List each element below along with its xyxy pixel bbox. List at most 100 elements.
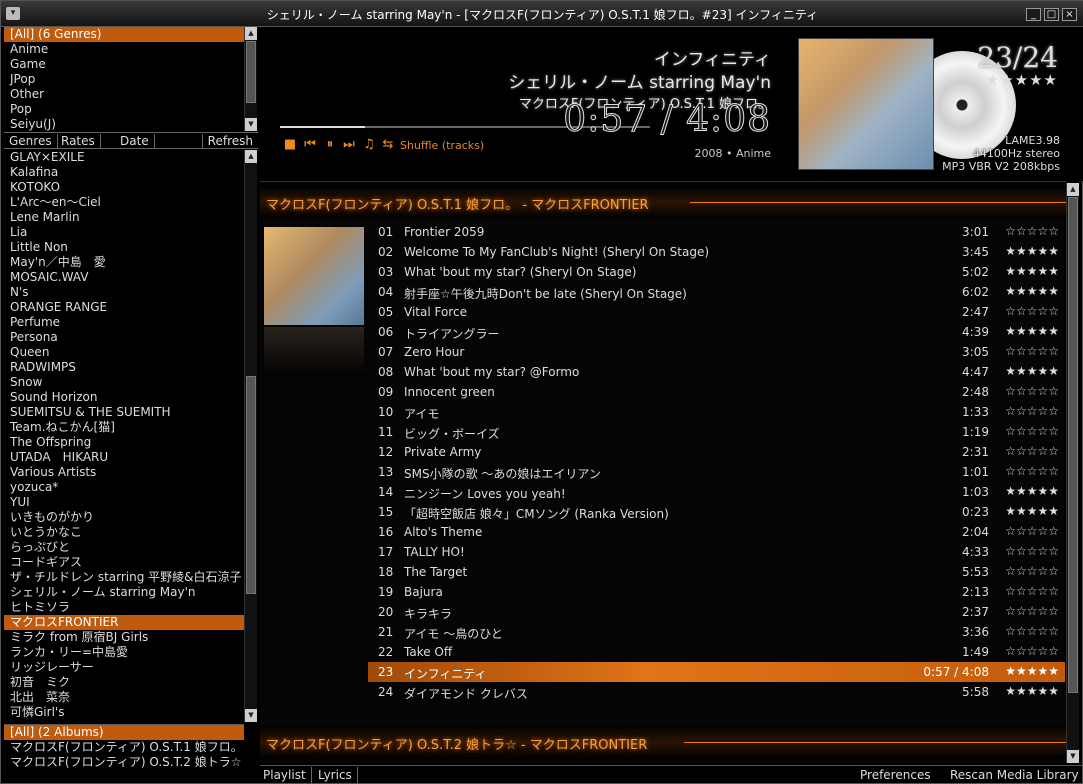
- track-row[interactable]: 22 Take Off 1:49 ☆☆☆☆☆: [368, 642, 1065, 662]
- genre-item[interactable]: JPop: [4, 72, 244, 87]
- scroll-thumb[interactable]: [246, 376, 256, 594]
- track-row[interactable]: 19 Bajura 2:13 ☆☆☆☆☆: [368, 582, 1065, 602]
- track-rating[interactable]: ★★★★★: [986, 71, 1058, 89]
- artist-item[interactable]: 初音 ミク: [4, 675, 244, 690]
- artist-item[interactable]: MOSAIC.WAV: [4, 270, 244, 285]
- artist-item[interactable]: KOTOKO: [4, 180, 244, 195]
- artist-item[interactable]: 北出 菜奈: [4, 690, 244, 705]
- scroll-down-icon[interactable]: ▼: [1067, 750, 1079, 763]
- track-rating-cell[interactable]: ☆☆☆☆☆: [1005, 224, 1059, 238]
- track-row[interactable]: 13 SMS小隊の歌 〜あの娘はエイリアン 1:01 ☆☆☆☆☆: [368, 462, 1065, 482]
- track-row[interactable]: 14 ニンジーン Loves you yeah! 1:03 ★★★★★: [368, 482, 1065, 502]
- album-item[interactable]: [All] (2 Albums): [4, 725, 244, 740]
- artist-item[interactable]: May'n／中島 愛: [4, 255, 244, 270]
- track-rating-cell[interactable]: ★★★★★: [1005, 244, 1059, 258]
- track-row[interactable]: 16 Alto's Theme 2:04 ☆☆☆☆☆: [368, 522, 1065, 542]
- track-rating-cell[interactable]: ☆☆☆☆☆: [1005, 604, 1059, 618]
- scroll-up-icon[interactable]: ▲: [245, 27, 257, 40]
- track-row[interactable]: 15 「超時空飯店 娘々」CMソング (Ranka Version) 0:23 ★★★…: [368, 502, 1065, 522]
- track-rating-cell[interactable]: ☆☆☆☆☆: [1005, 524, 1059, 538]
- lyrics-button[interactable]: Lyrics: [318, 767, 358, 784]
- artist-item[interactable]: ミラク from 原宿BJ Girls: [4, 630, 244, 645]
- album-group-header[interactable]: マクロスF(フロンティア) O.S.T.2 娘トラ☆ - マクロスFRONTIE…: [260, 725, 1066, 759]
- refresh-button[interactable]: Refresh: [201, 134, 258, 149]
- album-item[interactable]: マクロスF(フロンティア) O.S.T.1 娘フロ。: [4, 740, 244, 755]
- genre-item[interactable]: Game: [4, 57, 244, 72]
- artist-item[interactable]: The Offspring: [4, 435, 244, 450]
- artist-item[interactable]: Snow: [4, 375, 244, 390]
- scroll-up-icon[interactable]: ▲: [245, 150, 257, 163]
- genre-item[interactable]: [All] (6 Genres): [4, 27, 244, 42]
- track-row[interactable]: 21 アイモ 〜鳥のひと 3:36 ☆☆☆☆☆: [368, 622, 1065, 642]
- artist-scrollbar[interactable]: ▲ ▼: [244, 150, 257, 722]
- tab-date[interactable]: Date: [115, 134, 155, 149]
- artist-item[interactable]: Team.ねこかん[猫]: [4, 420, 244, 435]
- scroll-down-icon[interactable]: ▼: [245, 118, 257, 131]
- track-row[interactable]: 11 ビッグ・ボーイズ 1:19 ☆☆☆☆☆: [368, 422, 1065, 442]
- track-row[interactable]: 12 Private Army 2:31 ☆☆☆☆☆: [368, 442, 1065, 462]
- scroll-thumb[interactable]: [1068, 197, 1078, 693]
- album-item[interactable]: マクロスF(フロンティア) O.S.T.2 娘トラ☆: [4, 755, 244, 770]
- track-row[interactable]: 06 トライアングラー 4:39 ★★★★★: [368, 322, 1065, 342]
- track-rating-cell[interactable]: ☆☆☆☆☆: [1005, 464, 1059, 478]
- track-row[interactable]: 07 Zero Hour 3:05 ☆☆☆☆☆: [368, 342, 1065, 362]
- scroll-down-icon[interactable]: ▼: [245, 709, 257, 722]
- artist-item[interactable]: Persona: [4, 330, 244, 345]
- artist-item[interactable]: Perfume: [4, 315, 244, 330]
- artist-item[interactable]: シェリル・ノーム starring May'n: [4, 585, 244, 600]
- track-rating-cell[interactable]: ☆☆☆☆☆: [1005, 564, 1059, 578]
- music-icon[interactable]: ♫: [361, 137, 377, 153]
- artist-item[interactable]: GLAY×EXILE: [4, 150, 244, 165]
- artist-item[interactable]: SUEMITSU & THE SUEMITH: [4, 405, 244, 420]
- track-rating-cell[interactable]: ★★★★★: [1005, 664, 1059, 678]
- tab-rates[interactable]: Rates: [56, 134, 101, 149]
- track-rating-cell[interactable]: ☆☆☆☆☆: [1005, 624, 1059, 638]
- track-row[interactable]: 01 Frontier 2059 3:01 ☆☆☆☆☆: [368, 222, 1065, 242]
- next-icon[interactable]: ⏭: [341, 137, 357, 153]
- track-row[interactable]: 08 What 'bout my star? @Formo 4:47 ★★★★★: [368, 362, 1065, 382]
- track-rating-cell[interactable]: ★★★★★: [1005, 364, 1059, 378]
- artist-item[interactable]: yozuca*: [4, 480, 244, 495]
- genre-item[interactable]: Anime: [4, 42, 244, 57]
- track-rating-cell[interactable]: ★★★★★: [1005, 324, 1059, 338]
- track-row[interactable]: 09 Innocent green 2:48 ☆☆☆☆☆: [368, 382, 1065, 402]
- maximize-button[interactable]: □: [1044, 8, 1059, 21]
- tab-genres[interactable]: Genres: [4, 134, 58, 149]
- track-row[interactable]: 18 The Target 5:53 ☆☆☆☆☆: [368, 562, 1065, 582]
- artist-item[interactable]: Kalafina: [4, 165, 244, 180]
- track-rating-cell[interactable]: ☆☆☆☆☆: [1005, 584, 1059, 598]
- artist-item[interactable]: UTADA HIKARU: [4, 450, 244, 465]
- track-rating-cell[interactable]: ☆☆☆☆☆: [1005, 424, 1059, 438]
- genre-item[interactable]: Other: [4, 87, 244, 102]
- track-rating-cell[interactable]: ★★★★★: [1005, 484, 1059, 498]
- track-rating-cell[interactable]: ★★★★★: [1005, 504, 1059, 518]
- artist-item[interactable]: コードギアス: [4, 555, 244, 570]
- artist-item[interactable]: Lene Marlin: [4, 210, 244, 225]
- track-rating-cell[interactable]: ☆☆☆☆☆: [1005, 384, 1059, 398]
- genre-scrollbar[interactable]: ▲ ▼: [244, 27, 257, 131]
- track-rating-cell[interactable]: ★★★★★: [1005, 264, 1059, 278]
- track-row[interactable]: 04 射手座☆午後九時Don't be late (Sheryl On Stage…: [368, 282, 1065, 302]
- track-rating-cell[interactable]: ★★★★★: [1005, 684, 1059, 698]
- track-rating-cell[interactable]: ☆☆☆☆☆: [1005, 644, 1059, 658]
- track-rating-cell[interactable]: ☆☆☆☆☆: [1005, 404, 1059, 418]
- shuffle-mode[interactable]: Shuffle (tracks): [400, 139, 484, 152]
- track-rating-cell[interactable]: ☆☆☆☆☆: [1005, 544, 1059, 558]
- artist-item[interactable]: マクロスFRONTIER: [4, 615, 244, 630]
- track-row[interactable]: 03 What 'bout my star? (Sheryl On Stage) 5…: [368, 262, 1065, 282]
- scroll-thumb[interactable]: [246, 41, 256, 103]
- track-row[interactable]: 20 キラキラ 2:37 ☆☆☆☆☆: [368, 602, 1065, 622]
- genre-item[interactable]: Pop: [4, 102, 244, 117]
- artist-item[interactable]: Lia: [4, 225, 244, 240]
- track-rating-cell[interactable]: ★★★★★: [1005, 284, 1059, 298]
- artist-item[interactable]: ランカ・リー=中島愛: [4, 645, 244, 660]
- track-row[interactable]: 05 Vital Force 2:47 ☆☆☆☆☆: [368, 302, 1065, 322]
- artist-item[interactable]: RADWIMPS: [4, 360, 244, 375]
- artist-item[interactable]: ザ・チルドレン starring 平野綾&白石涼子: [4, 570, 244, 585]
- repeat-icon[interactable]: ⇆: [380, 137, 396, 153]
- artist-item[interactable]: Queen: [4, 345, 244, 360]
- album-group-header[interactable]: マクロスF(フロンティア) O.S.T.1 娘フロ。 - マクロスFRONTIE…: [260, 185, 1066, 219]
- artist-item[interactable]: N's: [4, 285, 244, 300]
- artist-item[interactable]: リッジレーサー: [4, 660, 244, 675]
- track-row[interactable]: 10 アイモ 1:33 ☆☆☆☆☆: [368, 402, 1065, 422]
